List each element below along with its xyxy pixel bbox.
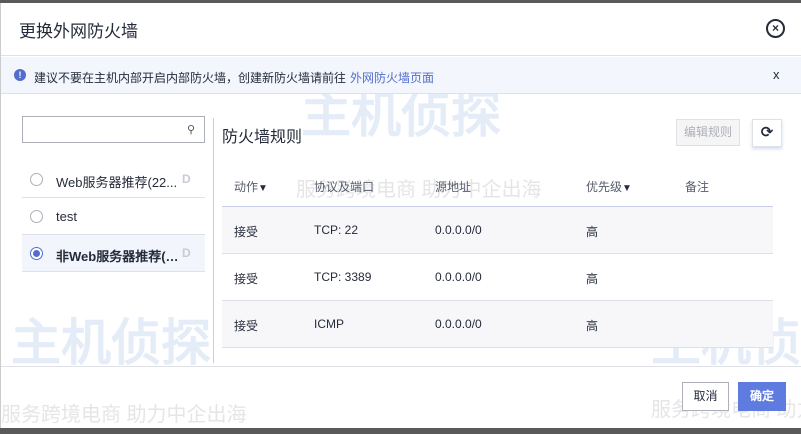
table-row: 接受 TCP: 22 0.0.0.0/0 高 [222, 207, 773, 254]
watermark-brand: 主机侦探 [11, 315, 211, 371]
external-firewall-link[interactable]: 外网防火墙页面 [350, 71, 434, 85]
divider [213, 118, 214, 363]
search-input[interactable]: ⚲ [22, 116, 205, 143]
search-icon[interactable]: ⚲ [187, 123, 195, 136]
radio-button[interactable] [30, 247, 43, 260]
column-remark: 备注 [685, 180, 710, 194]
cell-action: 接受 [234, 319, 259, 333]
rules-title: 防火墙规则 [222, 129, 303, 146]
cell-priority: 高 [586, 225, 599, 239]
table-row: 接受 TCP: 3389 0.0.0.0/0 高 [222, 254, 773, 301]
alert-bar: ! 建议不要在主机内部开启内部防火墙，创建新防火墙请前往 外网防火墙页面 x [1, 57, 801, 94]
refresh-icon[interactable]: ⟳ [752, 119, 782, 147]
alert-close-button[interactable]: x [773, 67, 780, 82]
edit-rules-button[interactable]: 编辑规则 [676, 119, 740, 146]
rules-table: 动作▼ 协议及端口 源地址 优先级▼ 备注 接受 TCP: 22 0.0.0.0… [222, 161, 773, 348]
list-item[interactable]: Web服务器推荐(22... D [22, 161, 205, 198]
item-label: Web服务器推荐(22... [56, 175, 178, 190]
list-item[interactable]: 非Web服务器推荐(2... D [22, 235, 205, 272]
item-label: test [56, 209, 77, 224]
cell-protocol: TCP: 3389 [314, 270, 372, 284]
table-row: 接受 ICMP 0.0.0.0/0 高 [222, 301, 773, 348]
cell-source: 0.0.0.0/0 [435, 223, 482, 237]
cell-action: 接受 [234, 225, 259, 239]
item-badge: D [182, 246, 191, 260]
column-action: 动作 [234, 180, 259, 194]
list-item[interactable]: test [22, 198, 205, 235]
radio-button[interactable] [30, 173, 43, 186]
cell-source: 0.0.0.0/0 [435, 317, 482, 331]
radio-button[interactable] [30, 210, 43, 223]
filter-icon[interactable]: ▼ [258, 183, 268, 194]
cell-protocol: TCP: 22 [314, 223, 359, 237]
confirm-button[interactable]: 确定 [738, 382, 786, 411]
cell-action: 接受 [234, 272, 259, 286]
watermark-slogan: 服务跨境电商 助力中企出海 [1, 404, 247, 426]
cell-protocol: ICMP [314, 317, 344, 331]
divider [1, 55, 801, 56]
cancel-button[interactable]: 取消 [682, 382, 729, 411]
item-badge: D [182, 172, 191, 186]
column-protocol: 协议及端口 [314, 180, 375, 194]
filter-icon[interactable]: ▼ [622, 183, 632, 194]
firewall-list: Web服务器推荐(22... D test 非Web服务器推荐(2... D [22, 161, 205, 272]
item-label: 非Web服务器推荐(2... [56, 249, 181, 264]
close-icon[interactable]: × [766, 19, 785, 38]
info-icon: ! [14, 69, 26, 81]
cell-source: 0.0.0.0/0 [435, 270, 482, 284]
column-source: 源地址 [435, 180, 472, 194]
column-priority: 优先级 [586, 180, 623, 194]
table-header: 动作▼ 协议及端口 源地址 优先级▼ 备注 [222, 161, 773, 207]
alert-message: 建议不要在主机内部开启内部防火墙，创建新防火墙请前往 [34, 71, 347, 85]
cell-priority: 高 [586, 319, 599, 333]
dialog-title: 更换外网防火墙 [19, 22, 138, 41]
change-firewall-dialog: 主机侦探 服务跨境电商 助力中企出海 主机侦探 服务跨境电商 助力中企出海 主机… [0, 3, 801, 428]
divider [1, 366, 801, 367]
cell-priority: 高 [586, 272, 599, 286]
